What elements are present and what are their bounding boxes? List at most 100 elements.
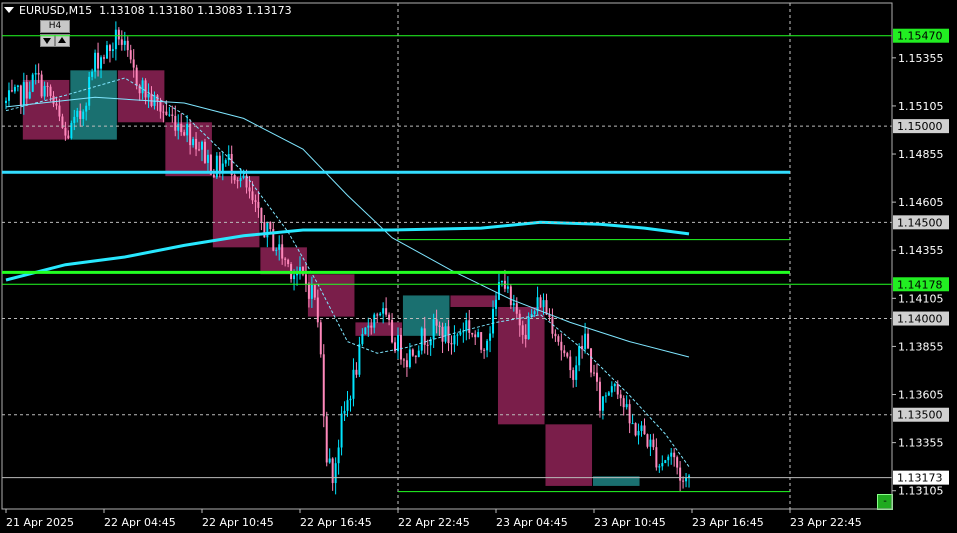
candle-body — [634, 423, 637, 436]
candle-body — [459, 332, 462, 335]
candle-body — [278, 244, 281, 250]
x-tick-label: 23 Apr 10:45 — [594, 516, 666, 529]
candle-body — [58, 105, 61, 117]
candle-body — [619, 394, 622, 399]
candle-body — [474, 334, 477, 338]
candle-body — [88, 76, 91, 106]
candle-body — [601, 396, 604, 411]
candle-body — [575, 365, 578, 380]
candle-body — [97, 52, 100, 69]
candle-body — [676, 457, 679, 468]
candle-body — [260, 207, 263, 222]
x-tick-label: 21 Apr 2025 — [6, 516, 74, 529]
candle-body — [126, 40, 129, 51]
candle-body — [177, 123, 180, 131]
candle-body — [527, 317, 530, 340]
candle-body — [46, 85, 49, 87]
candle-body — [524, 334, 527, 340]
candle-body — [411, 349, 414, 356]
candle-body — [426, 344, 429, 346]
candle-body — [590, 348, 593, 373]
candle-body — [218, 155, 221, 173]
candle-body — [304, 274, 307, 285]
y-tick-label: 1.14355 — [898, 244, 944, 257]
candle-body — [643, 425, 646, 435]
candle-body — [37, 73, 40, 75]
candle-body — [346, 400, 349, 411]
candle-body — [489, 333, 492, 341]
candle-body — [361, 334, 364, 345]
candle-body — [646, 434, 649, 447]
candle-body — [13, 86, 16, 92]
candle-body — [480, 332, 483, 350]
candle-body — [355, 369, 358, 375]
candle-body — [343, 410, 346, 414]
candle-body — [367, 325, 370, 328]
candle-body — [28, 91, 31, 99]
candle-body — [206, 154, 209, 163]
candle-body — [293, 275, 296, 280]
candle-body — [515, 303, 518, 314]
price-tag-label: 1.14000 — [897, 313, 943, 326]
candle-body — [233, 174, 236, 181]
candle-body — [397, 334, 399, 352]
candle-body — [147, 93, 150, 98]
candle-body — [560, 341, 563, 351]
candle-body — [117, 29, 120, 40]
price-tag-label: 1.13500 — [897, 409, 943, 422]
candle-body — [198, 149, 201, 151]
candle-body — [5, 100, 7, 104]
price-tag-label: 1.13173 — [897, 472, 943, 485]
candle-body — [195, 138, 198, 150]
candle-body — [566, 353, 569, 357]
candle-body — [254, 200, 257, 202]
candle-body — [572, 370, 575, 380]
x-tick-label: 22 Apr 04:45 — [104, 516, 176, 529]
candle-body — [340, 413, 343, 448]
candle-body — [307, 284, 310, 299]
candle-body — [358, 344, 361, 375]
candle-body — [174, 115, 177, 131]
candle-body — [388, 314, 391, 320]
candle-body — [328, 458, 331, 463]
candle-body — [509, 286, 512, 306]
candle-body — [521, 325, 524, 335]
candle-body — [670, 452, 673, 457]
candle-body — [186, 123, 189, 136]
candle-body — [201, 141, 203, 150]
y-tick-label: 1.13855 — [898, 340, 944, 353]
candle-body — [85, 105, 88, 112]
candle-body — [257, 201, 260, 208]
candle-body — [325, 416, 328, 463]
x-tick-label: 23 Apr 22:45 — [790, 516, 862, 529]
candle-body — [664, 460, 667, 464]
candle-body — [111, 49, 114, 51]
candle-body — [275, 249, 278, 251]
x-tick-label: 23 Apr 04:45 — [496, 516, 568, 529]
candle-body — [408, 349, 411, 368]
candle-body — [512, 303, 515, 306]
candle-body — [144, 80, 147, 98]
candle-body — [506, 286, 509, 289]
candle-body — [373, 314, 376, 328]
candle-body — [637, 430, 640, 436]
candle-body — [518, 313, 521, 326]
candle-body — [82, 111, 85, 119]
price-chart[interactable]: 1.15355 1.15105 1.14855 1.14605 1.14355 1.141… — [0, 0, 957, 533]
candle-body — [640, 425, 643, 431]
candle-body — [337, 447, 340, 464]
candle-body — [73, 116, 76, 123]
candle-body — [673, 452, 676, 458]
candle-body — [319, 322, 322, 355]
price-tag-label: 1.14178 — [897, 278, 943, 291]
candle-body — [649, 439, 652, 447]
y-tick-label: 1.13105 — [898, 485, 944, 498]
candle-body — [49, 86, 52, 96]
candle-body — [316, 297, 319, 323]
y-tick-label: 1.13355 — [898, 437, 944, 450]
candle-body — [334, 463, 337, 484]
candle-body — [486, 340, 489, 351]
candle-body — [495, 299, 497, 309]
candle-body — [492, 308, 495, 334]
candle-body — [141, 80, 144, 94]
